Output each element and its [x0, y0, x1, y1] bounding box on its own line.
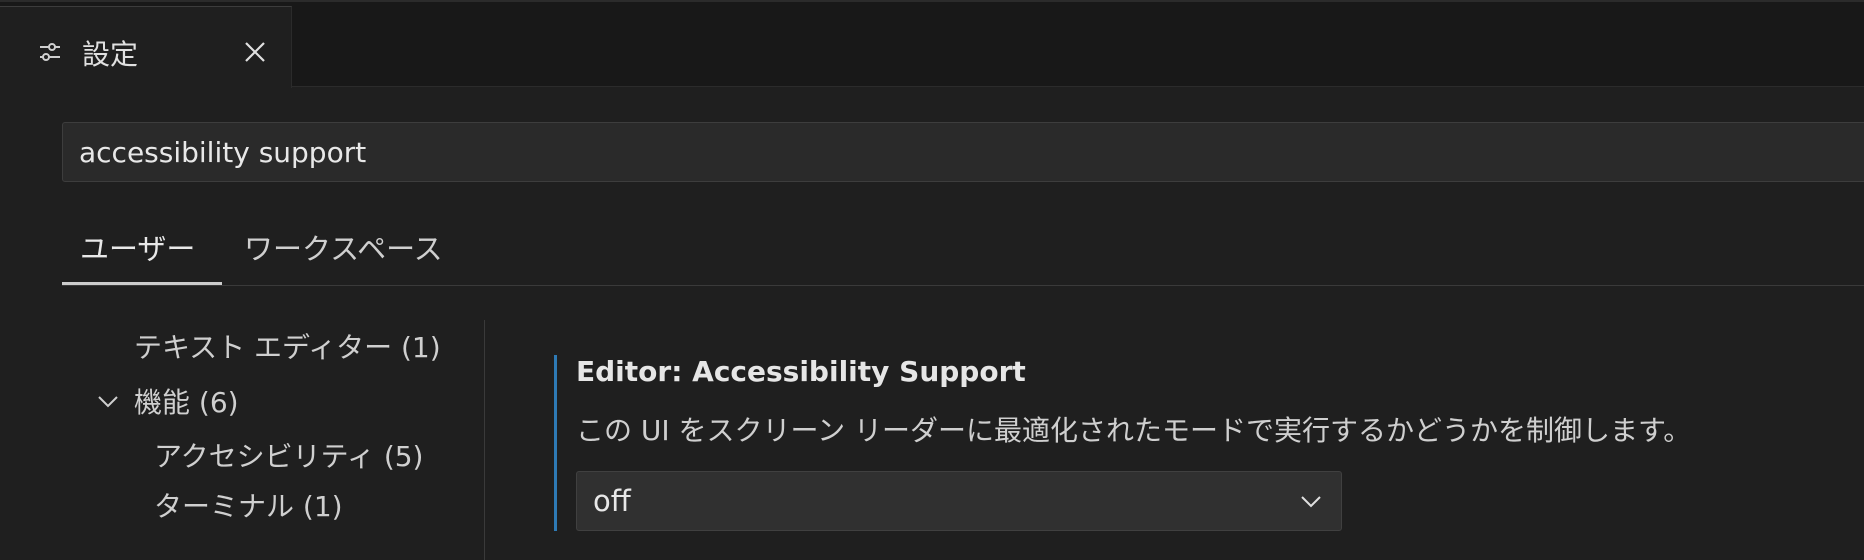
settings-scope-tabs: ユーザー ワークスペース [62, 212, 1864, 286]
setting-editor-accessibility-support: Editor: Accessibility Support この UI をスクリ… [554, 355, 1864, 531]
toc-item-terminal[interactable]: ターミナル (1) [154, 485, 343, 525]
toc-item-text-editor[interactable]: テキスト エディター (1) [134, 326, 441, 366]
tab-user[interactable]: ユーザー [80, 226, 195, 268]
close-icon[interactable] [242, 39, 268, 65]
settings-tab[interactable]: 設定 [0, 6, 292, 88]
accessibility-support-select[interactable]: off [576, 471, 1342, 531]
tab-workspace[interactable]: ワークスペース [244, 226, 443, 268]
toc-item-accessibility[interactable]: アクセシビリティ (5) [154, 435, 423, 475]
toc-item-features[interactable]: 機能 (6) [134, 381, 239, 421]
settings-sliders-icon [40, 43, 60, 61]
modified-indicator-bar [554, 355, 557, 531]
chevron-down-icon [1301, 496, 1321, 508]
setting-title: Editor: Accessibility Support [576, 355, 1026, 388]
select-value: off [593, 484, 631, 518]
tab-bar-divider [292, 86, 1864, 87]
settings-search-input[interactable]: accessibility support [62, 122, 1864, 182]
chevron-down-icon[interactable] [96, 390, 120, 414]
tab-title: 設定 [82, 38, 139, 71]
toc-divider [484, 320, 485, 560]
editor-tab-bar: 設定 [0, 0, 1864, 88]
setting-description: この UI をスクリーン リーダーに最適化されたモードで実行するかどうかを制御し… [576, 414, 1692, 447]
search-value: accessibility support [79, 136, 367, 169]
active-tab-indicator [62, 282, 222, 285]
